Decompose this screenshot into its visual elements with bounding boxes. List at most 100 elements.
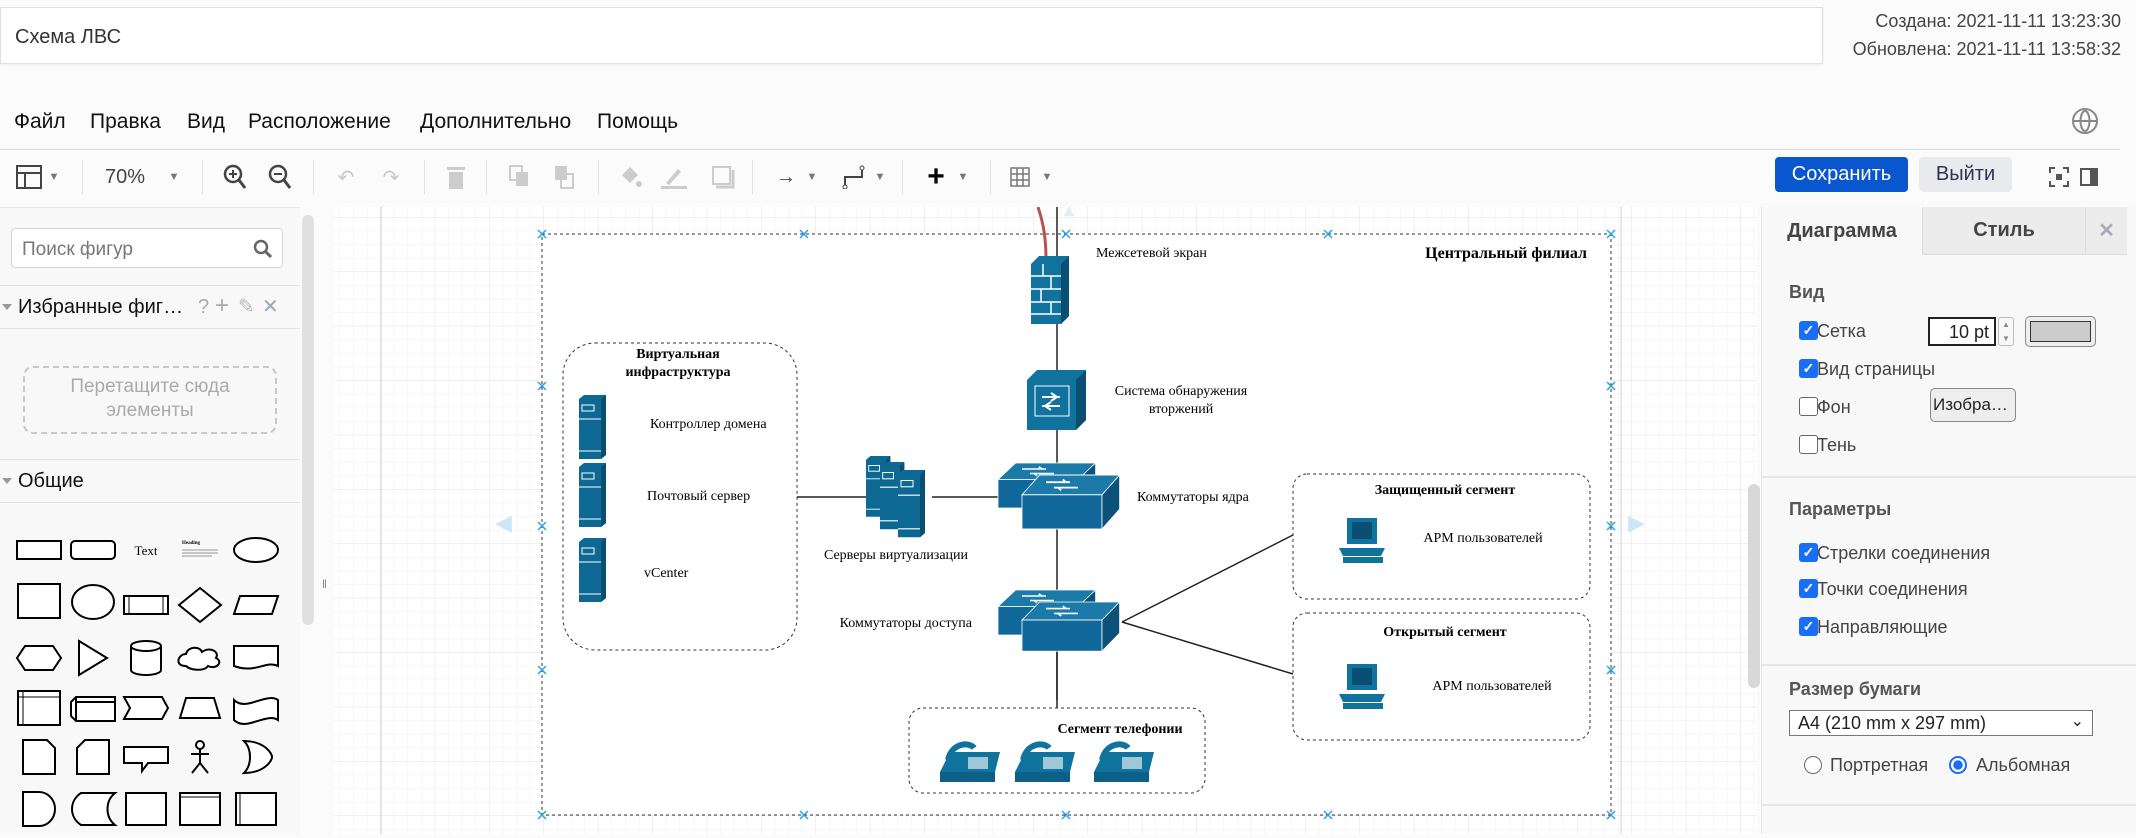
fill-color-icon[interactable] [617,162,643,192]
menu-file[interactable]: Файл [14,110,66,134]
sidebar-scrollbar[interactable] [302,215,314,625]
diagram-title-input[interactable]: Схема ЛВС [0,7,1823,64]
chevron-down-icon[interactable]: ▼ [47,162,61,192]
line-color-icon[interactable] [661,162,687,192]
shape-callout-icon[interactable] [123,746,169,774]
shape-circle-icon[interactable] [71,584,115,620]
undo-icon[interactable]: ↶ [333,162,359,192]
shape-hexagon-icon[interactable] [15,645,63,671]
collapse-triangle-icon[interactable] [2,304,12,310]
save-button[interactable]: Сохранить [1775,157,1908,192]
help-icon[interactable]: ? [198,296,209,319]
shape-internal-storage-icon[interactable] [17,690,61,726]
mail-server-icon[interactable] [578,462,607,528]
domain-controller-server-icon[interactable] [578,394,607,460]
portrait-radio[interactable] [1804,756,1822,774]
favorites-header[interactable]: Избранные фиг… ? + ✎ ✕ [0,285,300,329]
shape-or-icon[interactable] [241,739,274,775]
diagram-canvas[interactable]: ▲ ◀ ▶ Центральный филиал Межсетевой экра… [334,207,1757,834]
connection-arrows-checkbox[interactable]: ✓ [1799,543,1818,562]
insert-plus-icon[interactable]: + [923,160,949,193]
shape-list-icon[interactable] [235,792,277,826]
shape-note-icon[interactable] [22,739,56,775]
menu-edit[interactable]: Правка [90,110,161,134]
shape-text-icon[interactable]: Text [135,543,158,558]
add-icon[interactable]: + [215,292,229,320]
shape-rectangle-icon[interactable] [16,540,62,560]
toggle-panel-icon[interactable] [2078,162,2100,192]
chevron-down-icon[interactable]: ▼ [956,162,970,192]
shape-rounded-rectangle-icon[interactable] [70,540,116,560]
background-image-button[interactable]: Изобра… [1930,388,2016,422]
grid-checkbox[interactable]: ✓ [1799,321,1818,340]
shape-process-icon[interactable] [123,595,169,615]
page-view-checkbox[interactable]: ✓ [1799,359,1818,378]
shape-search-input[interactable]: Поиск фигур [11,228,283,268]
redo-icon[interactable]: ↷ [378,162,404,192]
firewall-icon[interactable] [1031,256,1069,324]
shape-cube-icon[interactable] [70,696,116,722]
shadow-checkbox[interactable] [1799,435,1818,454]
to-back-icon[interactable] [552,162,578,192]
to-front-icon[interactable] [507,162,533,192]
shape-textbox-icon[interactable]: Heading [182,541,218,557]
shape-square-2-icon[interactable] [125,792,167,826]
shape-delay-icon[interactable] [22,791,56,827]
general-header[interactable]: Общие [0,459,300,503]
collapse-triangle-icon[interactable] [2,478,12,484]
waypoints-icon[interactable] [841,162,867,192]
shape-trapezoid-icon[interactable] [178,697,222,719]
table-icon[interactable] [1007,162,1033,192]
shape-diamond-icon[interactable] [177,586,223,624]
format-panel-icon[interactable] [14,162,44,192]
shape-parallelogram-icon[interactable] [232,595,280,615]
expand-right-arrow-icon[interactable]: ▶ [1628,510,1645,535]
fullscreen-icon[interactable] [2048,162,2070,192]
grid-size-input[interactable]: 10 pt [1928,317,1996,346]
shape-triangle-icon[interactable] [78,639,109,677]
favorites-drop-zone[interactable]: Перетащите сюда элементы [23,366,277,434]
background-checkbox[interactable] [1799,397,1818,416]
landscape-radio[interactable] [1949,756,1967,774]
vcenter-server-icon[interactable] [578,537,607,603]
connection-arrow-icon[interactable]: → [773,162,799,192]
chevron-down-icon[interactable]: ▼ [167,162,181,192]
exit-button[interactable]: Выйти [1919,157,2012,192]
menu-view[interactable]: Вид [187,110,225,134]
shape-actor-icon[interactable] [191,740,209,774]
shape-document-icon[interactable] [233,645,279,670]
shape-ellipse-icon[interactable] [233,537,279,563]
expand-arrow-icon[interactable]: ▲ [1060,207,1078,220]
shape-container-icon[interactable] [179,792,221,826]
chevron-down-icon[interactable]: ▼ [805,162,819,192]
search-icon[interactable] [253,239,273,259]
shadow-icon[interactable] [710,162,736,192]
shape-tape-icon[interactable] [233,697,279,725]
paper-size-select[interactable]: A4 (210 mm x 297 mm) ⌄ [1789,710,2093,736]
shape-step-icon[interactable] [122,696,170,720]
menu-arrange[interactable]: Расположение [248,110,391,134]
sidebar-resize-handle[interactable]: ‖ [322,207,332,834]
chevron-down-icon[interactable]: ▼ [1040,162,1054,192]
expand-left-arrow-icon[interactable]: ◀ [495,510,512,535]
guides-checkbox[interactable]: ✓ [1799,617,1818,636]
edit-pencil-icon[interactable]: ✎ [238,294,255,319]
zoom-level[interactable]: 70% [100,162,150,192]
shape-card-icon[interactable] [76,739,110,775]
zoom-in-icon[interactable] [222,162,248,192]
shape-cylinder-icon[interactable] [130,640,162,676]
delete-icon[interactable] [443,162,469,192]
grid-size-stepper[interactable]: ▲ ▼ [1998,317,2014,346]
shape-cloud-icon[interactable] [177,646,221,671]
tab-diagram[interactable]: Диаграмма [1762,207,1922,255]
globe-icon[interactable] [2072,108,2098,134]
canvas-scrollbar[interactable] [1748,484,1760,688]
tab-style[interactable]: Стиль [1922,207,2085,255]
shape-square-icon[interactable] [17,583,61,619]
ids-icon[interactable] [1027,370,1086,430]
close-icon[interactable]: ✕ [262,294,279,319]
grid-color-button[interactable] [2025,316,2096,347]
chevron-down-icon[interactable]: ▼ [873,162,887,192]
menu-help[interactable]: Помощь [597,110,678,134]
menu-extras[interactable]: Дополнительно [420,110,571,134]
